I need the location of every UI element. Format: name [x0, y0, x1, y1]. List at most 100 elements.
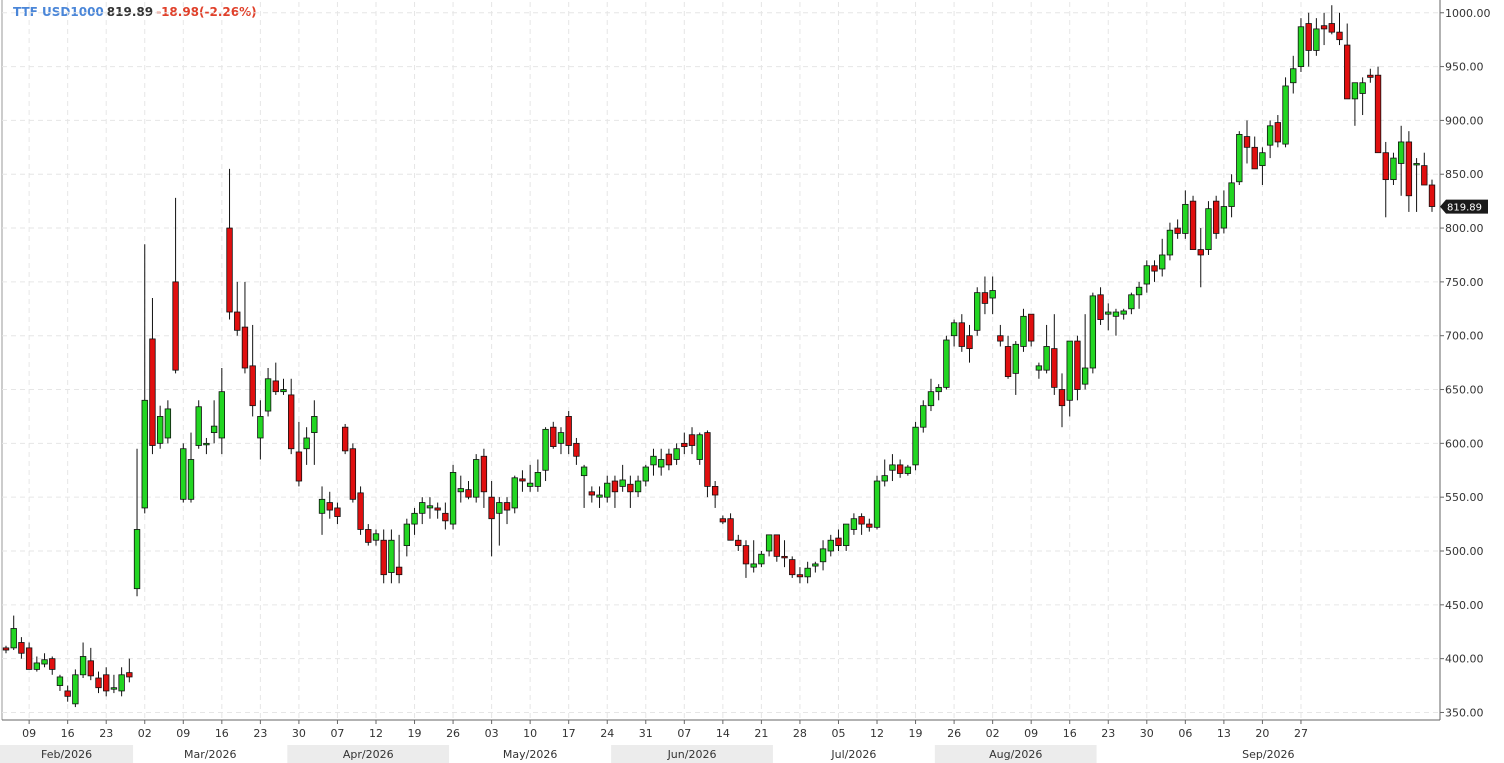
month-label: May/2026	[503, 748, 557, 761]
candle	[611, 475, 619, 508]
candle-body-down	[742, 545, 750, 565]
candle	[1274, 115, 1282, 148]
candle-body-up	[765, 534, 773, 552]
candle	[1397, 125, 1405, 196]
candle	[1174, 219, 1181, 239]
candle-body-up	[496, 502, 503, 514]
candle	[1151, 260, 1158, 282]
candle	[526, 464, 534, 492]
candle-body-down	[434, 507, 441, 511]
candle-body-up	[658, 459, 665, 468]
candle-body-down	[295, 451, 303, 482]
candle-body-up	[280, 389, 287, 393]
candle	[218, 367, 226, 455]
candle	[496, 497, 503, 546]
candle-body-down	[1028, 313, 1035, 342]
candle-body-up	[1043, 346, 1050, 371]
candle	[1189, 195, 1197, 250]
x-tick-label: 12	[369, 727, 383, 740]
last-price-marker-label: 819.89	[1447, 203, 1482, 214]
candle	[234, 281, 241, 336]
candle	[79, 642, 87, 679]
candle	[511, 475, 518, 514]
candle	[573, 437, 580, 465]
candle	[711, 481, 719, 508]
candle	[419, 497, 426, 525]
candle-body-up	[79, 656, 87, 676]
candle-body-up	[604, 482, 611, 498]
candle-body-down	[688, 434, 696, 446]
candle	[1251, 136, 1258, 170]
candle-body-down	[126, 672, 133, 678]
candle-body-down	[1374, 74, 1382, 154]
x-tick-label: 09	[1024, 727, 1038, 740]
x-tick-label: 03	[485, 727, 499, 740]
candle	[580, 464, 588, 508]
candle	[519, 470, 526, 492]
candle	[1074, 335, 1081, 401]
candle-body-down	[1243, 136, 1251, 148]
x-tick-label: 07	[330, 727, 344, 740]
candle	[565, 411, 572, 455]
candle-body-down	[573, 442, 580, 457]
candle-body-up	[1081, 367, 1089, 385]
x-tick-label: 19	[408, 727, 422, 740]
candle	[1135, 281, 1143, 309]
candle	[958, 314, 965, 352]
candle	[1236, 131, 1243, 185]
candle	[180, 443, 187, 503]
candle-body-down	[172, 281, 179, 371]
x-tick-label: 23	[253, 727, 267, 740]
month-label: Feb/2026	[41, 748, 92, 761]
candle	[126, 658, 133, 683]
candle	[658, 448, 665, 476]
candle-body-down	[1004, 346, 1012, 378]
candle-body-up	[1112, 311, 1120, 317]
candle	[696, 432, 703, 465]
candle	[974, 287, 981, 336]
y-tick-label: 400.00	[1445, 653, 1484, 666]
candle-body-up	[758, 553, 765, 565]
candle-body-down	[966, 335, 973, 350]
candle-body-down	[1344, 44, 1351, 100]
candle-body-down	[326, 502, 333, 511]
candle-body-up	[750, 563, 757, 568]
y-tick-label: 750.00	[1445, 276, 1484, 289]
x-tick-label: 09	[176, 727, 190, 740]
candle-body-down	[95, 677, 102, 689]
candle-body-down	[665, 453, 673, 466]
candle-body-down	[858, 516, 865, 525]
candle-body-down	[1251, 146, 1258, 170]
candle-body-up	[827, 539, 834, 552]
candle-body-down	[1328, 23, 1335, 33]
candle-body-down	[234, 311, 241, 331]
candle-body-down	[1405, 141, 1413, 197]
candle	[133, 448, 141, 597]
candle-body-down	[981, 292, 989, 304]
candle	[896, 459, 904, 478]
candle-body-up	[1020, 315, 1027, 347]
candle	[1220, 190, 1228, 234]
candle-body-up	[210, 425, 218, 433]
candle-body-down	[997, 335, 1004, 342]
y-tick-label: 500.00	[1445, 545, 1484, 558]
x-tick-label: 13	[1217, 727, 1231, 740]
candle-body-up	[449, 472, 457, 525]
candle	[380, 529, 387, 584]
candle	[1297, 18, 1305, 72]
candle-body-down	[349, 448, 357, 500]
candle	[164, 400, 172, 444]
x-tick-label: 23	[99, 727, 113, 740]
candlestick-chart[interactable]: 1000.00 950.00 900.00 850.00 800.00 750.00 700…	[0, 0, 1504, 763]
y-tick-label: 450.00	[1445, 599, 1484, 612]
candle-body-down	[896, 464, 904, 474]
candle-body-down	[727, 518, 734, 541]
candle-body-up	[1397, 141, 1405, 164]
candle	[503, 497, 511, 525]
candle	[303, 427, 310, 465]
candle-body-up	[1236, 134, 1243, 183]
candle-body-down	[226, 227, 233, 313]
candle	[534, 459, 542, 492]
candle-body-up	[1182, 203, 1189, 234]
candle	[1128, 292, 1135, 315]
